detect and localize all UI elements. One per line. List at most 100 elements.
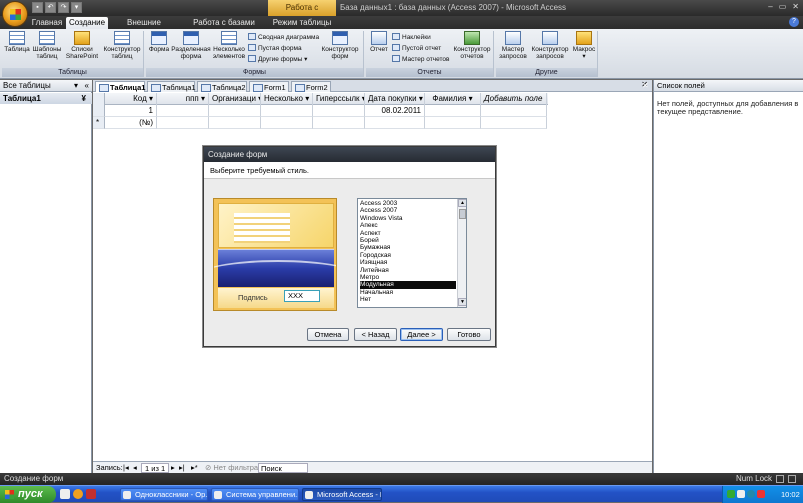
view-design-icon[interactable] <box>788 475 796 483</box>
report-designer-button[interactable]: Конструктор отчетов <box>452 31 492 60</box>
scroll-down-icon[interactable]: ▼ <box>458 298 466 306</box>
app-icon[interactable] <box>86 489 96 499</box>
list-item[interactable]: Борей <box>360 237 456 244</box>
list-item[interactable]: Бумажная <box>360 244 456 251</box>
cell-ppp[interactable] <box>157 105 209 117</box>
cell-surname[interactable] <box>425 117 481 129</box>
cell-code[interactable]: (№) <box>105 117 157 129</box>
cell-purchase-date[interactable]: 08.02.2011 <box>365 105 425 117</box>
taskbar-item-odnoklassniki[interactable]: Одноклассники - Ор... <box>120 488 208 501</box>
column-header-code[interactable]: Код ▾ <box>105 93 157 105</box>
list-item[interactable]: Windows Vista <box>360 215 456 222</box>
save-icon[interactable]: ▪ <box>32 2 43 13</box>
collapse-pane-icon[interactable]: « <box>85 80 89 92</box>
list-item[interactable]: Апекс <box>360 222 456 229</box>
nav-pane-header[interactable]: Все таблицы ▾ « <box>0 80 92 92</box>
cell-hyperlink[interactable] <box>313 105 365 117</box>
list-item[interactable]: Аспект <box>360 230 456 237</box>
report-button[interactable]: Отчет <box>368 31 390 53</box>
cell-code[interactable]: 1 <box>105 105 157 117</box>
search-input[interactable]: Поиск <box>258 463 308 473</box>
scroll-up-icon[interactable]: ▲ <box>458 199 466 207</box>
list-item[interactable]: Городская <box>360 252 456 259</box>
cell-organization[interactable] <box>209 105 261 117</box>
nav-group-table1[interactable]: Таблица1 ¥ <box>0 93 92 104</box>
row-selector[interactable] <box>93 105 105 117</box>
tab-datasheet[interactable]: Режим таблицы <box>272 17 332 29</box>
doc-tab-table2[interactable]: Таблица2 <box>197 81 247 92</box>
blank-form-button[interactable]: Пустая форма <box>248 44 302 53</box>
doc-tab-table1-b[interactable]: Таблица1 <box>147 81 196 92</box>
cell-add-field[interactable] <box>481 105 547 117</box>
record-position-input[interactable]: 1 из 1 <box>141 463 170 473</box>
list-item[interactable]: Access 2007 <box>360 207 456 214</box>
volume-icon[interactable] <box>757 490 765 498</box>
column-header-purchase-date[interactable]: Дата покупки ▾ <box>365 93 425 105</box>
column-header-ppp[interactable]: ппп ▾ <box>157 93 209 105</box>
back-button[interactable]: < Назад <box>354 328 397 341</box>
cell-add-field[interactable] <box>481 117 547 129</box>
style-listbox[interactable]: Access 2003 Access 2007 Windows Vista Ап… <box>357 198 467 308</box>
column-header-multiple[interactable]: Несколько ▾ <box>261 93 313 105</box>
listbox-scrollbar[interactable]: ▲ ▼ <box>457 199 466 307</box>
cell-multiple[interactable] <box>261 105 313 117</box>
doc-tab-form2[interactable]: Form2 <box>291 81 331 92</box>
minimize-icon[interactable]: – <box>768 2 772 11</box>
list-item[interactable]: Изящная <box>360 259 456 266</box>
clock[interactable]: 10:02 <box>781 486 800 503</box>
tab-database-tools[interactable]: Работа с базами данных <box>180 17 268 39</box>
form-button[interactable]: Форма <box>148 31 170 53</box>
group-collapse-icon[interactable]: ¥ <box>82 93 86 104</box>
show-desktop-icon[interactable] <box>60 489 70 499</box>
tab-home[interactable]: Главная <box>30 17 64 29</box>
multiple-items-button[interactable]: Несколько элементов <box>212 31 246 60</box>
list-item[interactable]: Нет <box>360 296 456 303</box>
start-button[interactable]: пуск <box>0 486 56 503</box>
column-header-add-field[interactable]: Добавить поле <box>481 93 547 105</box>
table-button[interactable]: Таблица <box>4 31 30 53</box>
query-wizard-button[interactable]: Мастер запросов <box>498 31 528 60</box>
customize-dropdown-icon[interactable]: ▾ <box>71 2 82 13</box>
list-item[interactable]: Метро <box>360 274 456 281</box>
redo-icon[interactable]: ↷ <box>58 2 69 13</box>
cell-purchase-date[interactable] <box>365 117 425 129</box>
column-header-organization[interactable]: Организаци ▾ <box>209 93 261 105</box>
column-header-surname[interactable]: Фамилия ▾ <box>425 93 481 105</box>
taskbar-item-access[interactable]: Microsoft Access - Ба... <box>302 488 382 501</box>
chevron-down-icon[interactable]: ▾ <box>74 80 78 92</box>
column-header-hyperlink[interactable]: Гиперссылк ▾ <box>313 93 365 105</box>
tray-icon[interactable] <box>737 490 745 498</box>
cell-ppp[interactable] <box>157 117 209 129</box>
view-datasheet-icon[interactable] <box>776 475 784 483</box>
cell-hyperlink[interactable] <box>313 117 365 129</box>
more-forms-button[interactable]: Другие формы ▾ <box>248 55 307 64</box>
split-form-button[interactable]: Разделенная форма <box>171 31 211 60</box>
table-templates-button[interactable]: Шаблоны таблиц <box>32 31 62 60</box>
cell-surname[interactable] <box>425 105 481 117</box>
list-item[interactable]: Начальная <box>360 289 456 296</box>
pivot-chart-button[interactable]: Сводная диаграмма <box>248 33 319 42</box>
cell-organization[interactable] <box>209 117 261 129</box>
tab-create[interactable]: Создание <box>66 17 108 29</box>
blank-report-button[interactable]: Пустой отчет <box>392 44 441 53</box>
taskbar-item-system[interactable]: Система управлени... <box>211 488 299 501</box>
close-icon[interactable]: ✕ <box>792 2 799 11</box>
next-button[interactable]: Далее > <box>400 328 443 341</box>
table-designer-button[interactable]: Конструктор таблиц <box>102 31 142 60</box>
scroll-thumb[interactable] <box>459 209 466 219</box>
maximize-icon[interactable]: ▭ <box>779 2 787 11</box>
tray-icon[interactable] <box>747 490 755 498</box>
close-field-list-icon[interactable]: ✕ <box>642 81 649 90</box>
report-wizard-button[interactable]: Мастер отчетов <box>392 55 450 64</box>
query-designer-button[interactable]: Конструктор запросов <box>530 31 570 60</box>
doc-tab-table1[interactable]: Таблица1 <box>95 81 145 92</box>
undo-icon[interactable]: ↶ <box>45 2 56 13</box>
cell-multiple[interactable] <box>261 117 313 129</box>
list-item[interactable]: Access 2003 <box>360 200 456 207</box>
sharepoint-lists-button[interactable]: Списки SharePoint <box>64 31 100 60</box>
browser-icon[interactable] <box>73 489 83 499</box>
cancel-button[interactable]: Отмена <box>307 328 349 341</box>
list-item-selected[interactable]: Модульная <box>360 281 456 289</box>
list-item[interactable]: Литейная <box>360 267 456 274</box>
labels-button[interactable]: Наклейки <box>392 33 431 42</box>
